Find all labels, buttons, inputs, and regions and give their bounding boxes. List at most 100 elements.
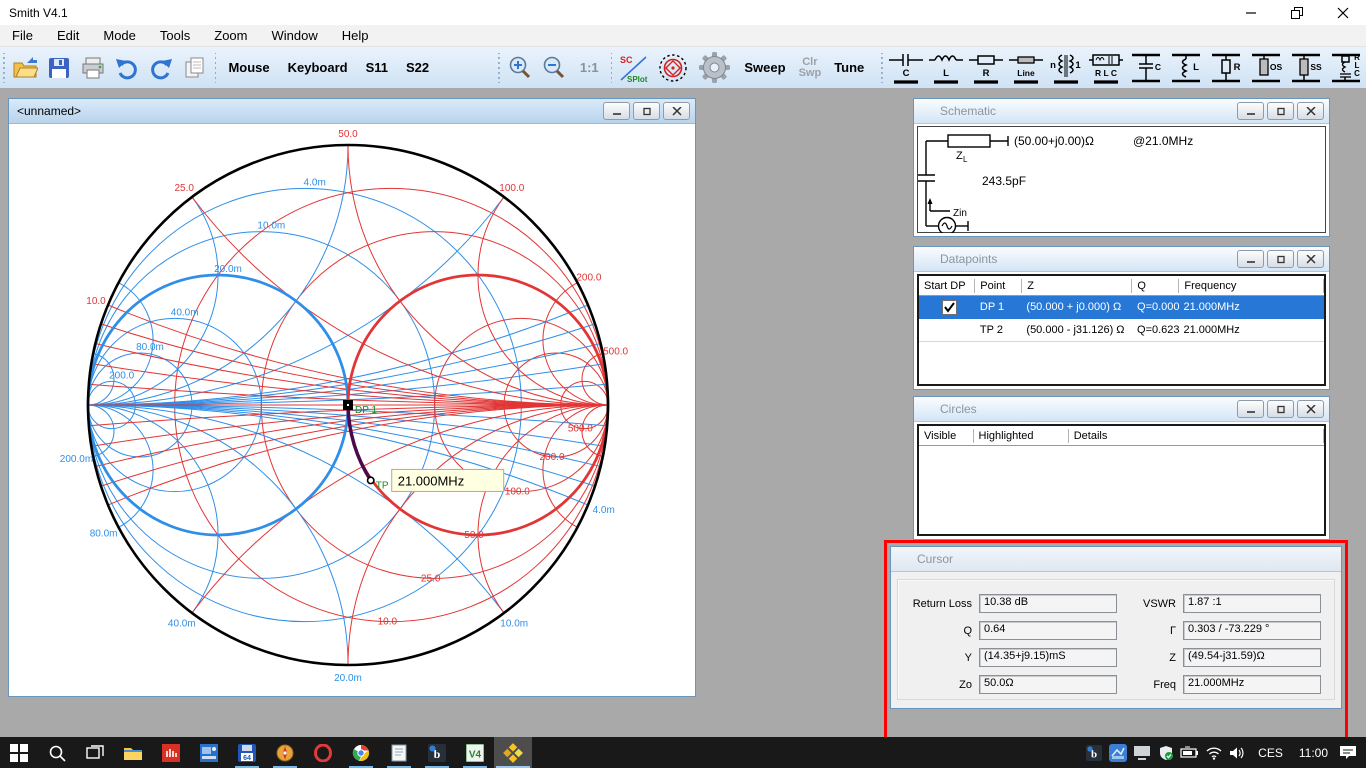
mode-button-s11[interactable]: S11 <box>357 60 397 75</box>
open-folder-icon[interactable] <box>10 53 40 83</box>
component-transformer-button[interactable]: n1 <box>1046 50 1086 86</box>
restore-icon[interactable] <box>633 102 660 120</box>
menu-item-help[interactable]: Help <box>330 26 381 45</box>
component-series-l-button[interactable]: L <box>926 50 966 86</box>
save-icon[interactable] <box>44 53 74 83</box>
schematic-drawing[interactable]: Z L (50.00+j0.00)Ω @21.0MHz 243.5pF Zin <box>917 126 1326 233</box>
cursor-value-right-0[interactable]: 1.87 :1 <box>1183 594 1321 613</box>
component-stub-short-button[interactable]: SS <box>1286 50 1326 86</box>
component-series-r-button[interactable]: R <box>966 50 1006 86</box>
cursor-value-right-2[interactable]: (49.54-j31.59)Ω <box>1183 648 1321 667</box>
column-header-point[interactable]: Point <box>975 279 1022 293</box>
close-icon[interactable] <box>1297 102 1324 120</box>
zoom-out-icon[interactable] <box>539 53 569 83</box>
column-header-visible[interactable]: Visible <box>919 429 974 443</box>
menu-item-mode[interactable]: Mode <box>91 26 148 45</box>
zoom-ratio-button[interactable]: 1:1 <box>571 60 608 75</box>
v4-taskbar-icon[interactable]: V4 <box>456 737 494 768</box>
chrome-taskbar-icon[interactable] <box>342 737 380 768</box>
component-shunt-c-button[interactable]: C <box>1126 50 1166 86</box>
speaker-tray-icon[interactable] <box>1226 744 1250 762</box>
language-indicator[interactable]: CES <box>1250 746 1291 760</box>
menu-item-tools[interactable]: Tools <box>148 26 202 45</box>
smith-chart-canvas[interactable]: 10.025.050.0100.0200.0500.010.025.050.01… <box>9 124 693 695</box>
column-header-q[interactable]: Q <box>1132 279 1179 293</box>
red-app-taskbar-icon[interactable] <box>152 737 190 768</box>
menu-item-edit[interactable]: Edit <box>45 26 91 45</box>
menu-item-zoom[interactable]: Zoom <box>202 26 259 45</box>
taskview-taskbar-icon[interactable] <box>76 737 114 768</box>
close-icon[interactable] <box>663 102 690 120</box>
blueapp-tray-icon[interactable] <box>1106 744 1130 762</box>
start-dp-checkbox[interactable] <box>942 300 957 315</box>
component-shunt-l-button[interactable]: L <box>1166 50 1206 86</box>
cursor-titlebar[interactable]: Cursor <box>891 547 1341 572</box>
mode-button-mouse[interactable]: Mouse <box>219 60 278 75</box>
column-header-start-dp[interactable]: Start DP <box>919 279 975 293</box>
circles-tool-icon[interactable] <box>655 53 691 83</box>
minimize-icon[interactable] <box>1228 0 1274 25</box>
component-rlc-series-button[interactable]: R L C <box>1086 50 1126 86</box>
cursor-value-left-0[interactable]: 10.38 dB <box>979 594 1117 613</box>
component-rlc-shunt-button[interactable]: RLC <box>1326 50 1366 86</box>
print-icon[interactable] <box>78 53 108 83</box>
copy-icon[interactable] <box>180 53 210 83</box>
datapoints-titlebar[interactable]: Datapoints <box>914 247 1329 272</box>
battery-tray-icon[interactable] <box>1178 744 1202 762</box>
minimize-icon[interactable] <box>603 102 630 120</box>
compass-taskbar-icon[interactable] <box>266 737 304 768</box>
bclock-taskbar-icon[interactable]: b <box>418 737 456 768</box>
cursor-value-right-1[interactable]: 0.303 / -73.229 ° <box>1183 621 1321 640</box>
close-icon[interactable] <box>1297 250 1324 268</box>
wifi-tray-icon[interactable] <box>1202 744 1226 762</box>
schematic-titlebar[interactable]: Schematic <box>914 99 1329 124</box>
smith-taskbar-icon[interactable] <box>494 737 532 768</box>
circles-titlebar[interactable]: Circles <box>914 397 1329 422</box>
column-header-frequency[interactable]: Frequency <box>1179 279 1324 293</box>
menu-item-file[interactable]: File <box>0 26 45 45</box>
photos-taskbar-icon[interactable] <box>190 737 228 768</box>
start-taskbar-icon[interactable] <box>0 737 38 768</box>
cursor-value-left-2[interactable]: (14.35+j9.15)mS <box>979 648 1117 667</box>
column-header-highlighted[interactable]: Highlighted <box>974 429 1069 443</box>
splot-icon[interactable]: SC SPlot <box>617 53 651 83</box>
column-header-z[interactable]: Z <box>1022 279 1132 293</box>
datapoint-row[interactable]: DP 1(50.000 + j0.000) ΩQ=0.00021.000MHz <box>919 296 1324 319</box>
opera-taskbar-icon[interactable] <box>304 737 342 768</box>
notification-center-icon[interactable] <box>1336 745 1360 761</box>
cursor-value-right-3[interactable]: 21.000MHz <box>1183 675 1321 694</box>
gear-icon[interactable] <box>695 53 733 83</box>
search-taskbar-icon[interactable] <box>38 737 76 768</box>
datapoint-row[interactable]: TP 2(50.000 - j31.126) ΩQ=0.62321.000MHz <box>919 319 1324 342</box>
explorer-taskbar-icon[interactable] <box>114 737 152 768</box>
close-icon[interactable] <box>1297 400 1324 418</box>
restore-icon[interactable] <box>1267 102 1294 120</box>
component-shunt-r-button[interactable]: R <box>1206 50 1246 86</box>
component-stub-open-button[interactable]: OS <box>1246 50 1286 86</box>
minimize-icon[interactable] <box>1237 400 1264 418</box>
clear-sweep-button[interactable]: Clr Swp <box>795 57 826 79</box>
column-header-details[interactable]: Details <box>1069 429 1324 443</box>
zoom-in-icon[interactable] <box>505 53 535 83</box>
menu-item-window[interactable]: Window <box>259 26 329 45</box>
chart-window-titlebar[interactable]: <unnamed> <box>9 99 695 124</box>
minimize-icon[interactable] <box>1237 250 1264 268</box>
undo-icon[interactable] <box>112 53 142 83</box>
component-line-button[interactable]: Line <box>1006 50 1046 86</box>
cursor-value-left-3[interactable]: 50.0Ω <box>979 675 1117 694</box>
mode-button-s22[interactable]: S22 <box>397 60 438 75</box>
component-series-c-button[interactable]: C <box>886 50 926 86</box>
monitor-tray-icon[interactable] <box>1130 744 1154 762</box>
restore-icon[interactable] <box>1267 250 1294 268</box>
marker-tp2[interactable] <box>368 477 374 483</box>
close-icon[interactable] <box>1320 0 1366 25</box>
bclock-tray-icon[interactable]: b <box>1082 744 1106 762</box>
tune-button[interactable]: Tune <box>825 60 873 75</box>
redo-icon[interactable] <box>146 53 176 83</box>
restore-icon[interactable] <box>1274 0 1320 25</box>
smith-chart[interactable]: 10.025.050.0100.0200.0500.010.025.050.01… <box>9 124 693 695</box>
mode-button-keyboard[interactable]: Keyboard <box>279 60 357 75</box>
minimize-icon[interactable] <box>1237 102 1264 120</box>
cursor-value-left-1[interactable]: 0.64 <box>979 621 1117 640</box>
clock[interactable]: 11:00 <box>1291 746 1336 760</box>
